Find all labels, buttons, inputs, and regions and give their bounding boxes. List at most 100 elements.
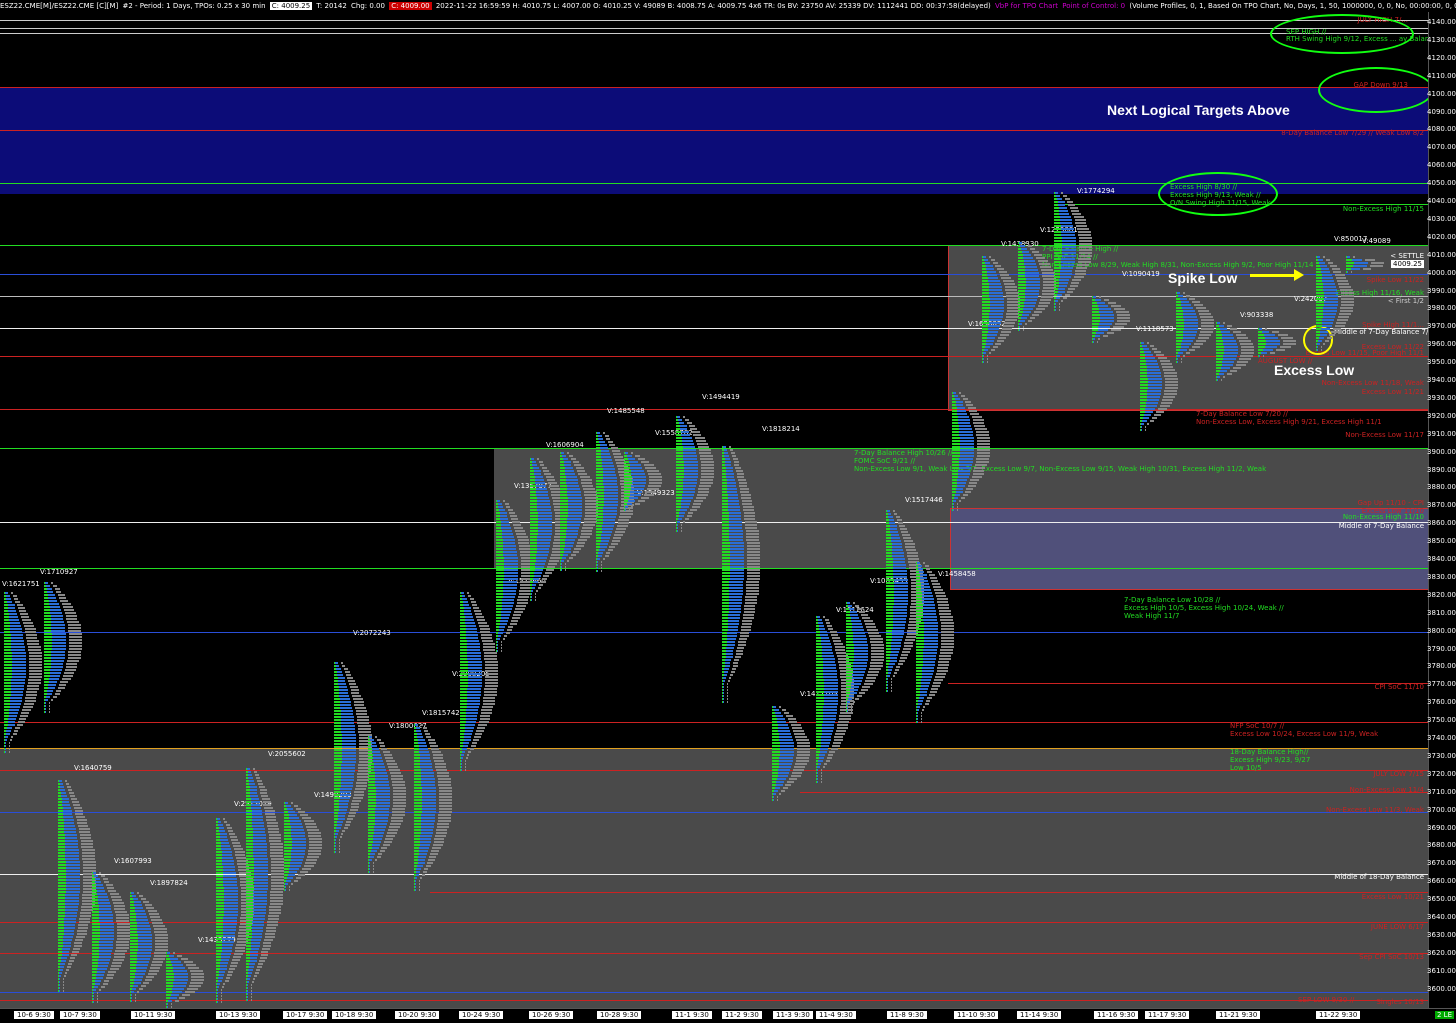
volume-bar [9,745,10,747]
tpo-bar [468,673,482,675]
volume-bar [701,464,714,466]
tpo-bar [679,512,685,514]
tpo-bar [917,721,918,723]
volume-bar [987,358,988,360]
tpo-bar [503,542,515,544]
volume-bar [1059,303,1060,305]
tpo-bar [216,884,223,886]
tpo-bar [47,588,52,590]
price-tick-label: 3750.00 [1427,716,1456,725]
volume-bar [58,687,65,689]
tpo-bar [916,646,924,648]
volume-bar [746,533,759,535]
volume-bar [923,562,925,564]
time-axis[interactable]: 2 LE 10-6 9:30 10-7 9:30 10-11 9:30 10-13 9… [0,1008,1456,1023]
tpo-bar [624,485,631,487]
volume-bar [426,736,431,738]
tpo-bar [816,715,823,717]
volume-bar [439,805,452,807]
tpo-bar [373,754,381,756]
volume-bar [698,488,709,490]
tpo-bar [369,736,372,738]
tpo-bar [1025,299,1037,301]
volume-bar [1341,298,1354,300]
tpo-bar [52,636,66,638]
tpo-bar [216,917,223,919]
volume-bar [977,443,990,445]
volume-bar [543,575,549,577]
tpo-bar [246,834,253,836]
tpo-bar [724,668,729,670]
volume-bar [354,794,364,796]
tpo-bar [537,539,551,541]
volume-bar [744,605,755,607]
tpo-bar [216,875,223,877]
tpo-bar [596,516,603,518]
tpo-bar [421,772,434,774]
tpo-bar [219,974,224,976]
tpo-bar [465,727,474,729]
tpo-bar [1140,381,1148,383]
tpo-bar [461,754,464,756]
tpo-bar [44,648,52,650]
tpo-bar [93,995,94,997]
tpo-bar [727,485,736,487]
tpo-bar [137,931,151,933]
tpo-bar [467,691,481,693]
tpo-bar [893,618,906,620]
tpo-bar [530,503,537,505]
volume-bar [267,822,278,824]
volume-bar [1340,289,1353,291]
tpo-bar [530,527,538,529]
tpo-bar [632,479,646,481]
volume-bar [864,620,873,622]
tpo-bar [1263,349,1273,351]
tpo-bar [421,814,435,816]
volume-bar [1353,256,1355,258]
tpo-bar [467,655,481,657]
tpo-bar [414,796,422,798]
tpo-chart-area[interactable]: JULY HIGH 7/... SEP HIGH // RTH Swing Hi… [0,12,1455,1008]
tpo-bar [1142,345,1147,347]
price-axis[interactable]: 4140.00 4130.00 4120.00 4110.00 4100.00 4090.… [1427,12,1456,1008]
tpo-bar [342,743,356,745]
tpo-bar [373,838,382,840]
tpo-bar [92,944,99,946]
tpo-bar [729,530,743,532]
volume-bar [64,975,66,977]
tpo-bar [368,814,375,816]
tpo-bar [246,903,253,905]
tpo-bar [1216,346,1224,348]
tpo-bar [92,917,99,919]
tpo-bar [922,673,933,675]
volume-bar [893,675,895,677]
tpo-bar [250,795,258,797]
tpo-bar [136,913,146,915]
time-tick-label: 10-7 9:30 [60,1011,100,1019]
tpo-bar [1261,352,1267,354]
tpo-bar [1055,309,1056,311]
tpo-bar [4,670,12,672]
tpo-bar [1148,384,1162,386]
tpo-bar [820,751,827,753]
tpo-bar [853,668,866,670]
tpo-bar [597,564,598,566]
volume-bar [698,491,709,493]
volume-bar [612,540,620,542]
tpo-bar [4,634,11,636]
volume-bar [741,494,751,496]
tpo-bar [414,787,422,789]
volume-bar [1162,399,1173,401]
tpo-bar [916,637,924,639]
tpo-bar [92,929,100,931]
tpo-bar [223,866,235,868]
tpo-bar [982,313,989,315]
price-tick-label: 3860.00 [1427,519,1456,528]
tpo-bar [886,591,894,593]
tpo-bar [597,567,598,569]
tpo-bar [11,691,23,693]
tpo-bar [11,646,25,648]
volume-bar [871,650,884,652]
label-middle-7day-2: Middle of 7-Day Balance [1338,522,1424,530]
volume-bar [601,570,602,572]
